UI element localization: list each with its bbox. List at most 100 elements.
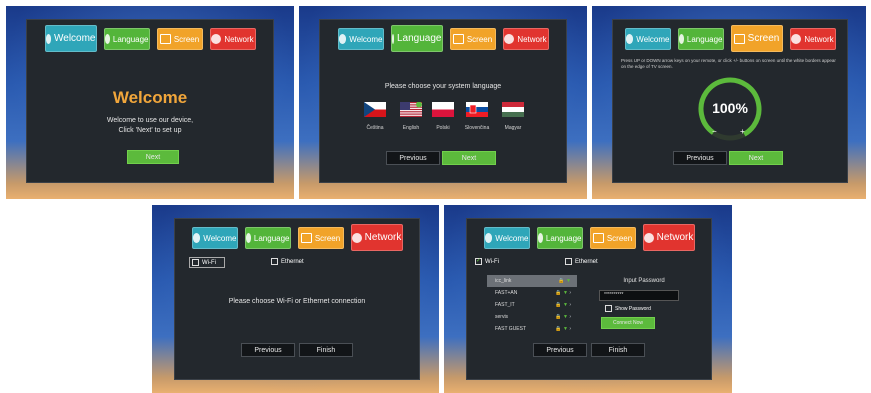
screen-icon bbox=[300, 233, 312, 243]
finish-button[interactable]: Finish bbox=[591, 343, 645, 357]
network-icon bbox=[504, 34, 515, 44]
network-icon bbox=[643, 232, 654, 243]
tab-welcome[interactable]: Welcome bbox=[337, 28, 384, 50]
tab-welcome[interactable]: Welcome bbox=[44, 25, 97, 52]
tab-network[interactable]: Network bbox=[502, 28, 549, 50]
slovakia-flag-icon bbox=[466, 102, 488, 117]
wifi-network-item[interactable]: FAST_IT 🔒 ▼ › bbox=[487, 299, 577, 311]
language-icon bbox=[391, 33, 394, 44]
wifi-signal-icon: 🔒 ▼ › bbox=[555, 302, 571, 308]
welcome-icon bbox=[192, 233, 201, 243]
czech-flag-icon bbox=[364, 102, 386, 117]
next-button[interactable]: Next bbox=[442, 151, 496, 165]
tab-language[interactable]: Language bbox=[677, 28, 724, 50]
tab-network[interactable]: Network bbox=[209, 28, 256, 50]
tab-language[interactable]: Language bbox=[103, 28, 150, 50]
screen-frame: Welcome Language Screen Network Press UP… bbox=[612, 19, 848, 183]
network-icon bbox=[351, 232, 362, 243]
welcome-message-line2: Click 'Next' to set up bbox=[118, 127, 182, 134]
screen-frame: Welcome Language Screen Network Wi-Fi Et… bbox=[174, 218, 420, 380]
password-input[interactable]: ********** bbox=[599, 290, 679, 301]
next-button[interactable]: Next bbox=[127, 150, 179, 164]
network-icon bbox=[211, 34, 222, 44]
tab-welcome[interactable]: Welcome bbox=[191, 227, 238, 249]
language-icon bbox=[537, 233, 543, 243]
wifi-checkbox[interactable]: ✓ Wi-Fi bbox=[475, 258, 499, 265]
panel-language: Welcome Language Screen Network Please c… bbox=[299, 6, 587, 199]
panel-screen: Welcome Language Screen Network Press UP… bbox=[592, 6, 866, 199]
panel-network-wifi: Welcome Language Screen Network ✓ Wi-Fi E… bbox=[444, 205, 732, 393]
previous-button[interactable]: Previous bbox=[241, 343, 295, 357]
wifi-network-item[interactable]: FAST GUEST 🔒 ▼ › bbox=[487, 323, 577, 335]
screen-frame: Welcome Language Screen Network ✓ Wi-Fi E… bbox=[466, 218, 712, 380]
wifi-signal-icon: 🔒 ▼ › bbox=[555, 326, 571, 332]
wifi-checkbox-box bbox=[192, 259, 199, 266]
wifi-checked-icon: ✓ bbox=[475, 258, 482, 265]
tab-language[interactable]: Language bbox=[536, 227, 583, 249]
screen-instructions: Press UP or DOWN arrow keys on your remo… bbox=[621, 58, 836, 69]
tab-bar: Welcome Language Screen Network bbox=[175, 224, 419, 251]
tab-network[interactable]: Network bbox=[642, 224, 695, 251]
language-option-hungarian[interactable]: Magyar bbox=[500, 102, 526, 131]
welcome-title: Welcome bbox=[112, 88, 188, 107]
tab-language[interactable]: Language bbox=[390, 25, 443, 52]
language-option-polish[interactable]: Polski bbox=[430, 102, 456, 131]
panel-welcome: Welcome Language Screen Network Welcome … bbox=[6, 6, 294, 199]
zoom-value: 100% bbox=[712, 100, 748, 116]
previous-button[interactable]: Previous bbox=[533, 343, 587, 357]
wifi-signal-icon: 🔒 ▼ › bbox=[555, 290, 571, 296]
ethernet-checkbox-box bbox=[565, 258, 572, 265]
ethernet-checkbox[interactable]: Ethernet bbox=[565, 258, 598, 265]
screen-frame: Welcome Language Screen Network Welcome … bbox=[26, 19, 274, 183]
tab-network[interactable]: Network bbox=[350, 224, 403, 251]
us-flag-icon bbox=[400, 101, 422, 117]
tab-bar: Welcome Language Screen Network bbox=[467, 224, 711, 251]
language-option-czech[interactable]: Čeština bbox=[362, 102, 388, 131]
tab-bar: Welcome Language Screen Network bbox=[613, 25, 847, 52]
wifi-network-item[interactable]: servis 🔒 ▼ › bbox=[487, 311, 577, 323]
poland-flag-icon bbox=[432, 102, 454, 117]
language-icon bbox=[678, 34, 684, 44]
ethernet-checkbox[interactable]: Ethernet bbox=[271, 258, 304, 265]
welcome-message-line1: Welcome to use our device, bbox=[106, 117, 194, 124]
language-option-english[interactable]: English bbox=[398, 101, 424, 131]
show-password-box bbox=[605, 305, 612, 312]
wifi-signal-icon: 🔒 ▼ bbox=[558, 278, 571, 284]
network-prompt: Please choose Wi-Fi or Ethernet connecti… bbox=[228, 298, 366, 305]
language-option-slovak[interactable]: Slovenčina bbox=[464, 102, 490, 131]
next-button[interactable]: Next bbox=[729, 151, 783, 165]
language-prompt: Please choose your system language bbox=[384, 83, 502, 90]
welcome-icon bbox=[484, 233, 493, 243]
tab-welcome[interactable]: Welcome bbox=[483, 227, 530, 249]
tab-language[interactable]: Language bbox=[244, 227, 291, 249]
tab-network[interactable]: Network bbox=[789, 28, 836, 50]
password-title: Input Password bbox=[623, 278, 665, 284]
wifi-signal-icon: 🔒 ▼ › bbox=[555, 314, 571, 320]
tab-bar: Welcome Language Screen Network bbox=[320, 25, 566, 52]
wifi-network-item[interactable]: FAST+AN 🔒 ▼ › bbox=[487, 287, 577, 299]
tab-welcome[interactable]: Welcome bbox=[624, 28, 671, 50]
wifi-network-item[interactable]: icc_link 🔒 ▼ bbox=[487, 275, 577, 287]
screen-icon bbox=[452, 34, 464, 44]
wifi-checkbox[interactable]: Wi-Fi bbox=[189, 257, 225, 268]
tab-screen[interactable]: Screen bbox=[730, 25, 783, 52]
language-icon bbox=[245, 233, 251, 243]
tab-screen[interactable]: Screen bbox=[449, 28, 496, 50]
zoom-plus-button[interactable]: + bbox=[740, 127, 745, 136]
tab-screen[interactable]: Screen bbox=[156, 28, 203, 50]
previous-button[interactable]: Previous bbox=[673, 151, 727, 165]
finish-button[interactable]: Finish bbox=[299, 343, 353, 357]
hungary-flag-icon bbox=[502, 102, 524, 117]
ethernet-checkbox-box bbox=[271, 258, 278, 265]
previous-button[interactable]: Previous bbox=[386, 151, 440, 165]
connect-now-button[interactable]: Connect Now bbox=[601, 317, 655, 329]
tab-screen[interactable]: Screen bbox=[297, 227, 344, 249]
show-password-checkbox[interactable]: Show Password bbox=[605, 305, 651, 312]
zoom-minus-button[interactable]: − bbox=[712, 127, 717, 136]
language-icon bbox=[104, 34, 110, 44]
wifi-network-list: icc_link 🔒 ▼ FAST+AN 🔒 ▼ › FAST_IT 🔒 ▼ › se… bbox=[487, 275, 577, 335]
screen-icon bbox=[159, 34, 171, 44]
screen-icon bbox=[733, 33, 745, 44]
tab-screen[interactable]: Screen bbox=[589, 227, 636, 249]
screen-icon bbox=[592, 233, 604, 243]
